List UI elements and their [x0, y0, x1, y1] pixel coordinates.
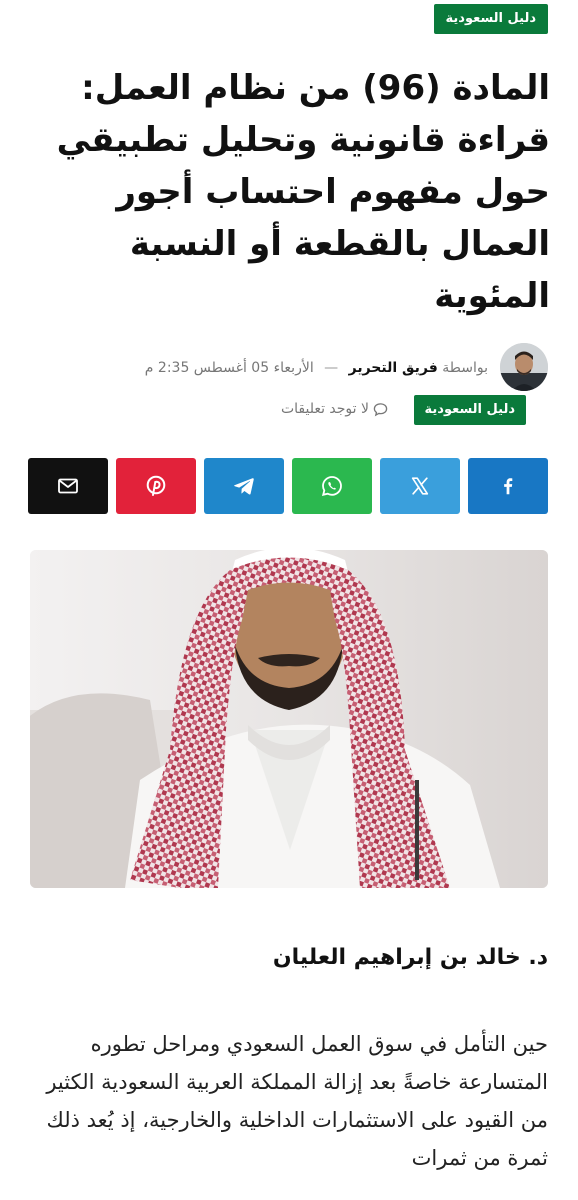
- envelope-icon: [58, 478, 78, 494]
- featured-portrait-image: [30, 550, 548, 888]
- byline: بواسطة فريق التحرير — الأربعاء 05 أغسطس …: [145, 358, 488, 378]
- share-whatsapp-button[interactable]: [292, 458, 372, 514]
- author-avatar[interactable]: [500, 343, 548, 391]
- share-facebook-button[interactable]: [468, 458, 548, 514]
- x-icon: [411, 477, 429, 495]
- category-badge-top[interactable]: دليل السعودية: [433, 4, 548, 34]
- share-email-button[interactable]: [28, 458, 108, 514]
- article-author-heading: د. خالد بن إبراهيم العليان: [272, 945, 548, 970]
- byline-prefix: بواسطة: [442, 360, 488, 376]
- facebook-icon: [504, 478, 513, 495]
- whatsapp-icon: [321, 476, 342, 497]
- avatar-portrait-icon: [500, 343, 548, 391]
- publish-date: الأربعاء 05 أغسطس 2:35 م: [144, 360, 314, 376]
- comments-link[interactable]: لا توجد تعليقات: [281, 399, 388, 419]
- share-pinterest-button[interactable]: [116, 458, 196, 514]
- share-buttons: [28, 458, 548, 514]
- byline-separator: —: [324, 360, 339, 376]
- article-title: المادة (96) من نظام العمل: قراءة قانونية…: [56, 68, 550, 316]
- category-badge-meta[interactable]: دليل السعودية: [413, 395, 526, 425]
- share-telegram-button[interactable]: [204, 458, 284, 514]
- comments-count-label: لا توجد تعليقات: [280, 401, 369, 417]
- telegram-icon: [234, 478, 254, 495]
- article-page: دليل السعودية المادة (96) من نظام العمل:…: [0, 0, 578, 1200]
- pinterest-icon: [146, 475, 166, 496]
- byline-author-link[interactable]: فريق التحرير: [349, 360, 438, 376]
- comment-bubble-icon: [373, 402, 388, 416]
- article-body-paragraph: حين التأمل في سوق العمل السعودي ومراحل ت…: [46, 1032, 548, 1170]
- share-x-button[interactable]: [380, 458, 460, 514]
- article-featured-image: [30, 550, 548, 888]
